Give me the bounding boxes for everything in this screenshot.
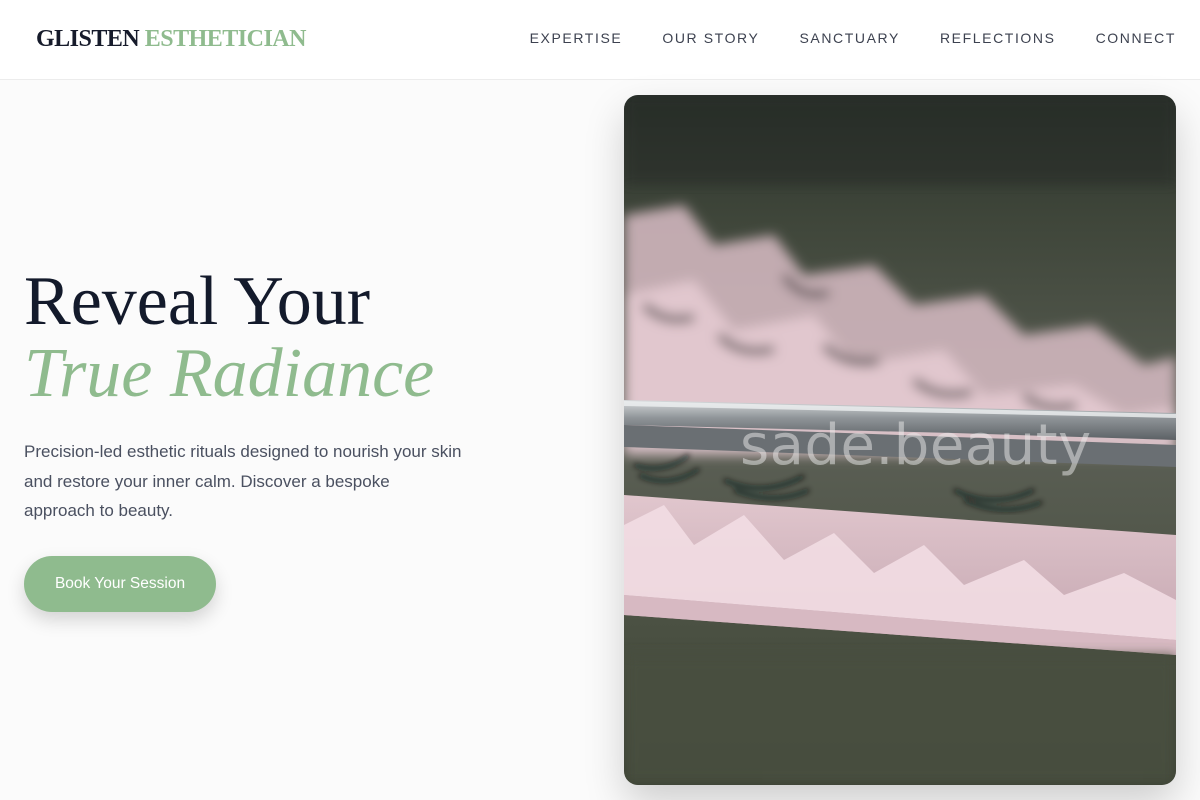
brand-logo[interactable]: GLISTEN ESTHETICIAN (36, 26, 306, 53)
site-header: GLISTEN ESTHETICIAN EXPERTISE OUR STORY … (0, 0, 1200, 80)
book-session-button[interactable]: Book Your Session (24, 556, 216, 612)
hero-title-line2: True Radiance (24, 335, 435, 412)
hero-title: Reveal Your True Radiance (24, 266, 434, 410)
hero-image: sade.beauty (624, 95, 1176, 785)
brand-word-accent: ESTHETICIAN (144, 26, 307, 52)
hero-title-line1: Reveal Your (24, 263, 371, 340)
hero-description: Precision-led esthetic rituals designed … (24, 442, 462, 520)
nav-link-our-story[interactable]: OUR STORY (662, 30, 759, 46)
nav-link-expertise[interactable]: EXPERTISE (530, 30, 623, 46)
main-nav: EXPERTISE OUR STORY SANCTUARY REFLECTION… (530, 30, 1176, 46)
nav-link-sanctuary[interactable]: SANCTUARY (799, 30, 900, 46)
brand-word-primary: GLISTEN (36, 26, 140, 52)
nav-link-connect[interactable]: CONNECT (1096, 30, 1176, 46)
image-watermark: sade.beauty (740, 413, 1092, 478)
nav-link-reflections[interactable]: REFLECTIONS (940, 30, 1056, 46)
